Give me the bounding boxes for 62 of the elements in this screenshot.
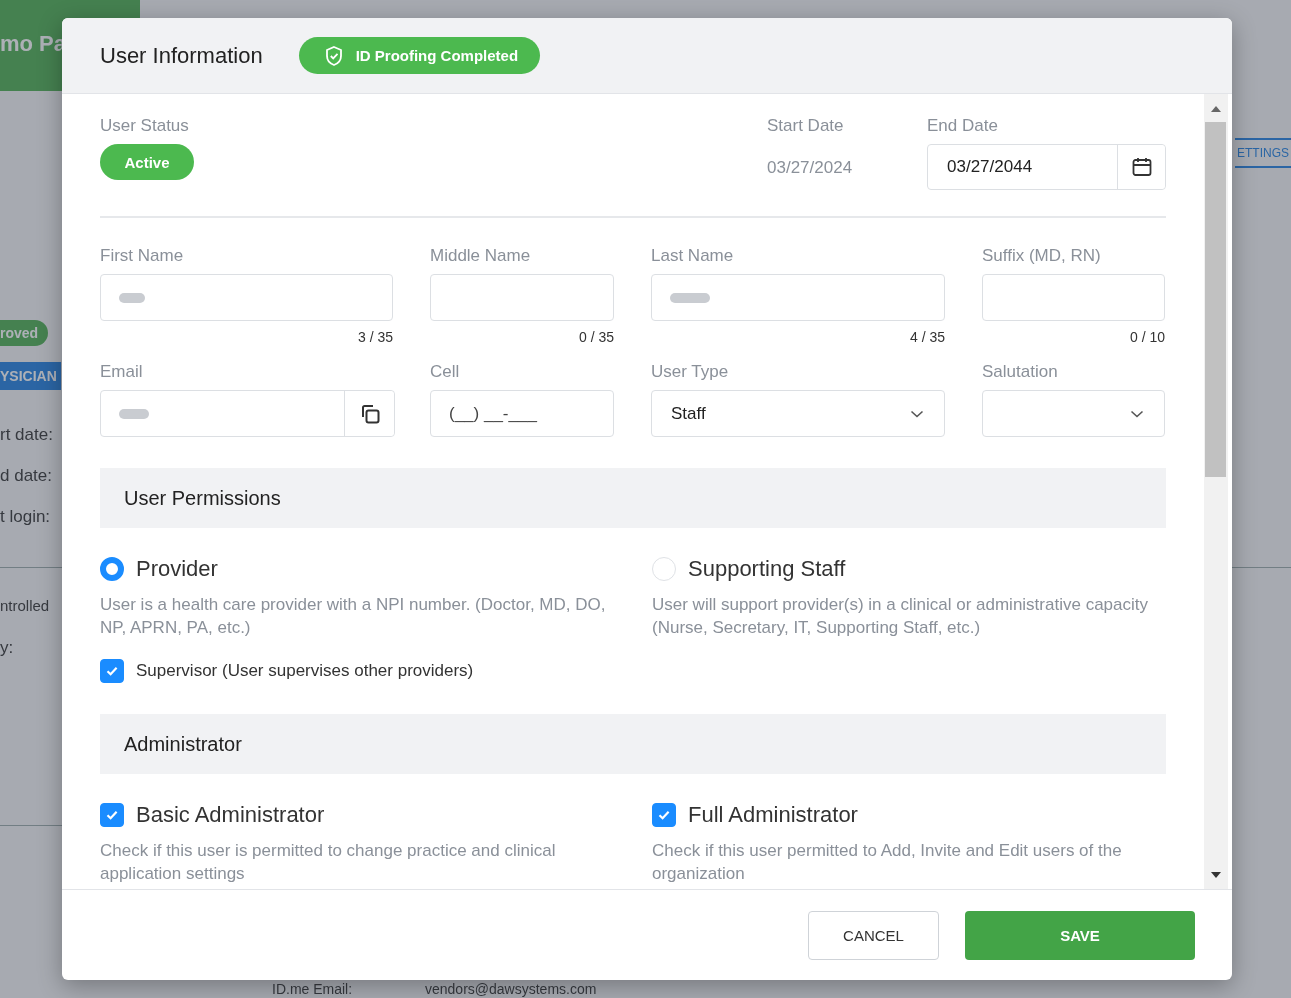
field-label: Suffix (MD, RN): [982, 246, 1102, 266]
radio-button[interactable]: [100, 557, 124, 581]
checkbox[interactable]: [100, 659, 124, 683]
checkbox[interactable]: [652, 803, 676, 827]
role-badge: YSICIAN: [0, 362, 61, 390]
option-label: Full Administrator: [688, 802, 858, 828]
chevron-down-icon: [1130, 409, 1144, 418]
field-label: rt date:: [0, 425, 53, 445]
dropdown[interactable]: Staff: [651, 390, 945, 437]
field-label: Last Name: [651, 246, 735, 266]
cancel-button[interactable]: CANCEL: [808, 910, 939, 960]
character-counter: 0 / 10: [1128, 329, 1165, 345]
field-label: ntrolled: [0, 597, 50, 614]
status-badge: ID Proofing Completed: [298, 37, 541, 74]
status-badge: Active: [100, 144, 194, 180]
field-label: First Name: [100, 246, 185, 266]
option-description: Check if this user permitted to Add, Invite and Edit users of the organization: [652, 840, 1123, 885]
option-label: Basic Administrator: [136, 802, 325, 828]
status-badge: roved: [0, 320, 49, 346]
email-field[interactable]: [100, 390, 395, 437]
calendar-icon: [1130, 156, 1153, 178]
phone-field[interactable]: (__) __-___: [430, 390, 614, 437]
field-label: ID.me Email:: [272, 981, 353, 997]
field-label: vendors@dawsystems.com: [425, 981, 597, 997]
field-label: y:: [0, 638, 14, 658]
calendar-button[interactable]: [1117, 145, 1165, 189]
option-description: Check if this user is permitted to change practice and clinical application settings: [100, 840, 557, 885]
field-label: d date:: [0, 466, 52, 486]
character-counter: 4 / 35: [908, 329, 945, 345]
option-label: Supervisor (User supervises other providers): [136, 661, 474, 681]
field-label: Cell: [430, 362, 461, 382]
date-text: 03/27/2024: [767, 158, 854, 178]
field-label: Start Date: [767, 116, 845, 136]
option-label: Supporting Staff: [688, 556, 846, 582]
checkbox[interactable]: [100, 803, 124, 827]
field-label: t login:: [0, 507, 51, 527]
field-label: User Status: [100, 116, 190, 136]
scrollbar[interactable]: [1204, 94, 1228, 889]
dropdown[interactable]: [982, 390, 1165, 437]
field-label: End Date: [927, 116, 999, 136]
shield-check-icon: [323, 44, 344, 67]
chevron-down-icon: [910, 409, 924, 418]
scrollbar-thumb[interactable]: [1205, 122, 1226, 477]
option-description: User will support provider(s) in a clinical or administrative capacity (Nurse, Secretary, IT, Supporting Staff, etc.): [652, 594, 1149, 639]
date-field[interactable]: 03/27/2044: [927, 144, 1166, 190]
dialog-title: User Information: [100, 42, 263, 69]
character-counter: 3 / 35: [356, 329, 393, 345]
field-label: User Type: [651, 362, 730, 382]
option-description: User is a health care provider with a NPI number. (Doctor, MD, DO, NP, APRN, PA, etc.): [100, 594, 607, 639]
section-header: User Permissions: [100, 468, 1166, 528]
text-field[interactable]: [430, 274, 614, 321]
option-label: Provider: [136, 556, 218, 582]
field-label: Email: [100, 362, 144, 382]
section-header: Administrator: [100, 714, 1166, 774]
field-label: Salutation: [982, 362, 1059, 382]
text-field[interactable]: [651, 274, 945, 321]
character-counter: 0 / 35: [577, 329, 614, 345]
text-field[interactable]: [982, 274, 1165, 321]
text-field[interactable]: [100, 274, 393, 321]
scroll-down-icon: [1211, 872, 1221, 878]
scroll-up-icon: [1211, 106, 1221, 112]
field-label: Middle Name: [430, 246, 532, 266]
